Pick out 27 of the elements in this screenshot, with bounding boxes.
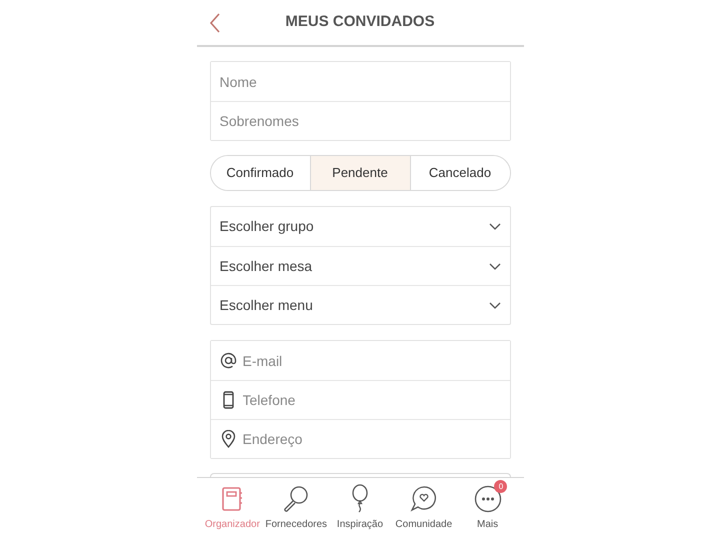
- text-field[interactable]: Endereço: [210, 419, 510, 458]
- back-icon[interactable]: [208, 13, 220, 33]
- chevron-down-icon: [488, 262, 500, 270]
- chat-heart-icon: [410, 485, 438, 513]
- dropdown[interactable]: Escolher mesa: [210, 246, 510, 285]
- input-field[interactable]: Nome: [220, 66, 500, 96]
- screen-title: MEUS CONVIDADOS: [285, 12, 435, 32]
- tab-bar-item[interactable]: Fornecedores: [264, 484, 328, 545]
- balloon-icon: [350, 484, 370, 514]
- chevron-down-icon: [488, 302, 500, 308]
- dropdown[interactable]: Escolher grupo: [210, 207, 510, 246]
- location-pin-icon: [220, 430, 236, 448]
- input-field[interactable]: Endereço: [242, 424, 500, 454]
- chevron-down-icon: [488, 223, 500, 230]
- dropdown[interactable]: Escolher menu: [210, 285, 510, 324]
- status-tab[interactable]: Cancelado: [410, 156, 510, 190]
- tab-bar-item[interactable]: Comunidade: [392, 484, 456, 545]
- notebook-icon: [220, 486, 244, 512]
- at-sign-icon: [220, 352, 236, 369]
- input-field[interactable]: E-mail: [242, 346, 500, 376]
- notification-badge: 0: [494, 480, 508, 493]
- text-field[interactable]: Sobrenomes: [210, 101, 510, 140]
- more-icon: [474, 485, 502, 513]
- tab-bar-item[interactable]: Inspiração: [328, 484, 392, 545]
- input-field[interactable]: Telefone: [242, 385, 500, 415]
- input-field[interactable]: Sobrenomes: [220, 106, 500, 136]
- status-tab[interactable]: Pendente: [310, 156, 410, 190]
